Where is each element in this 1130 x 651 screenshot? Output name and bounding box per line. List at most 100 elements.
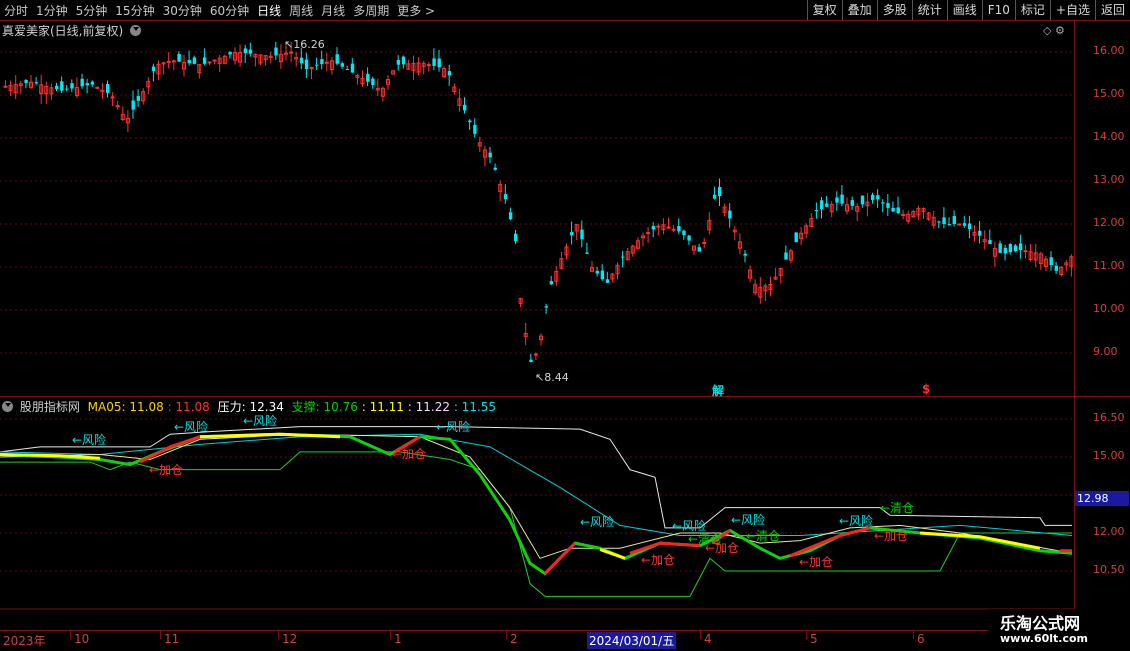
risk-annotation: ←风险 (243, 414, 278, 428)
panel-divider[interactable] (0, 396, 1130, 397)
dollar-marker[interactable]: $ (922, 382, 930, 396)
candle-body (447, 71, 452, 76)
candle-body (794, 232, 798, 243)
candle-body (335, 54, 339, 64)
candle-body (70, 83, 74, 89)
date-label: 5 (810, 632, 818, 646)
candle-body (666, 226, 671, 229)
candle-body (529, 359, 533, 362)
current-price-badge: 12.98 (1075, 491, 1129, 506)
risk-annotation: ←风险 (580, 515, 615, 529)
candle-body (942, 217, 946, 224)
date-label: 2 (510, 632, 518, 646)
candle-body (718, 187, 722, 197)
candle-body (988, 240, 992, 245)
candle-body (656, 225, 661, 228)
candle-body (651, 226, 656, 230)
candle-body (468, 120, 472, 123)
candle-body (366, 73, 370, 82)
line-value-1: : 11.11 (361, 400, 404, 414)
candle-body (1018, 243, 1023, 251)
candle-body (60, 81, 64, 91)
candle-body (743, 253, 747, 256)
candle-body (192, 57, 197, 64)
candle-body (835, 197, 839, 203)
candle-body (957, 223, 962, 226)
candle-body (274, 47, 278, 56)
price-label: 10.00 (1093, 302, 1125, 315)
candle-body (962, 223, 967, 226)
candle-body (871, 194, 875, 200)
candle-body (998, 243, 1002, 253)
indicator-price-label: 15.00 (1093, 449, 1125, 462)
candle-body (605, 279, 610, 283)
chart-canvas[interactable] (0, 0, 1130, 650)
ma-value-2: : 11.08 (167, 400, 210, 414)
candle-body (978, 230, 982, 236)
risk-annotation: ←风险 (839, 514, 874, 528)
signal-line (199, 432, 341, 439)
candle-body (34, 82, 38, 84)
candle-body (207, 61, 212, 64)
candle-body (544, 306, 548, 308)
indicator-name[interactable]: 股朋指标网 (20, 400, 80, 414)
price-label: 12.00 (1093, 216, 1125, 229)
candle-body (106, 84, 110, 93)
price-label: 9.00 (1093, 345, 1118, 358)
indicator-price-label: 12.00 (1093, 525, 1125, 538)
ma-value: 11.08 (129, 400, 164, 414)
candle-body (570, 231, 574, 236)
chevron-down-icon[interactable] (130, 25, 142, 36)
candle-body (947, 223, 951, 225)
candle-body (85, 83, 89, 86)
candle-body (24, 79, 28, 83)
candle-body (350, 63, 355, 73)
candle-body (702, 241, 707, 244)
candle-body (712, 194, 717, 199)
candle-body (595, 270, 599, 274)
candle-body (3, 85, 8, 88)
candle-body (304, 59, 309, 70)
add-annotation: ←加仓 (874, 529, 909, 543)
stock-title-bar: 真爱美家(日线,前复权) (2, 22, 142, 39)
candle-body (248, 49, 253, 54)
diamond-icon[interactable]: ◇ ⚙ (1043, 24, 1065, 37)
clear-annotation: ←清仓 (880, 501, 915, 515)
price-label: 16.00 (1093, 44, 1125, 57)
cursor-date-label: 2024/03/01/五 (587, 632, 677, 649)
price-axis (1074, 21, 1130, 630)
candle-body (426, 64, 431, 67)
date-label: 10 (74, 632, 90, 646)
candle-body (886, 203, 890, 208)
candle-body (187, 60, 191, 64)
candle-body (345, 69, 350, 71)
candle-body (95, 86, 100, 89)
candle-body (860, 195, 865, 205)
candle-body (697, 247, 701, 252)
candle-body (65, 88, 69, 90)
add-annotation: ←加仓 (799, 555, 834, 569)
candle-body (315, 64, 319, 66)
unlock-marker[interactable]: 解 (712, 382, 724, 399)
candle-body (463, 104, 467, 111)
candle-body (171, 60, 176, 63)
indicator-price-label: 16.50 (1093, 411, 1125, 424)
candle-body (585, 252, 589, 254)
chevron-down-icon[interactable] (2, 401, 13, 412)
candle-body (881, 202, 885, 204)
candle-body (891, 207, 895, 212)
candle-body (432, 58, 436, 66)
signal-line (599, 548, 626, 560)
support-label: 支撑: (291, 400, 320, 414)
candle-body (1054, 265, 1058, 271)
indicator-price-label: 10.50 (1093, 563, 1125, 576)
candle-body (580, 229, 584, 240)
candle-body (952, 216, 956, 224)
candle-body (728, 210, 732, 219)
candle-body (115, 105, 120, 108)
candle-body (473, 124, 477, 134)
date-label: 11 (164, 632, 180, 646)
candle-body (514, 233, 518, 242)
price-label: 15.00 (1093, 87, 1125, 100)
price-label: 13.00 (1093, 173, 1125, 186)
